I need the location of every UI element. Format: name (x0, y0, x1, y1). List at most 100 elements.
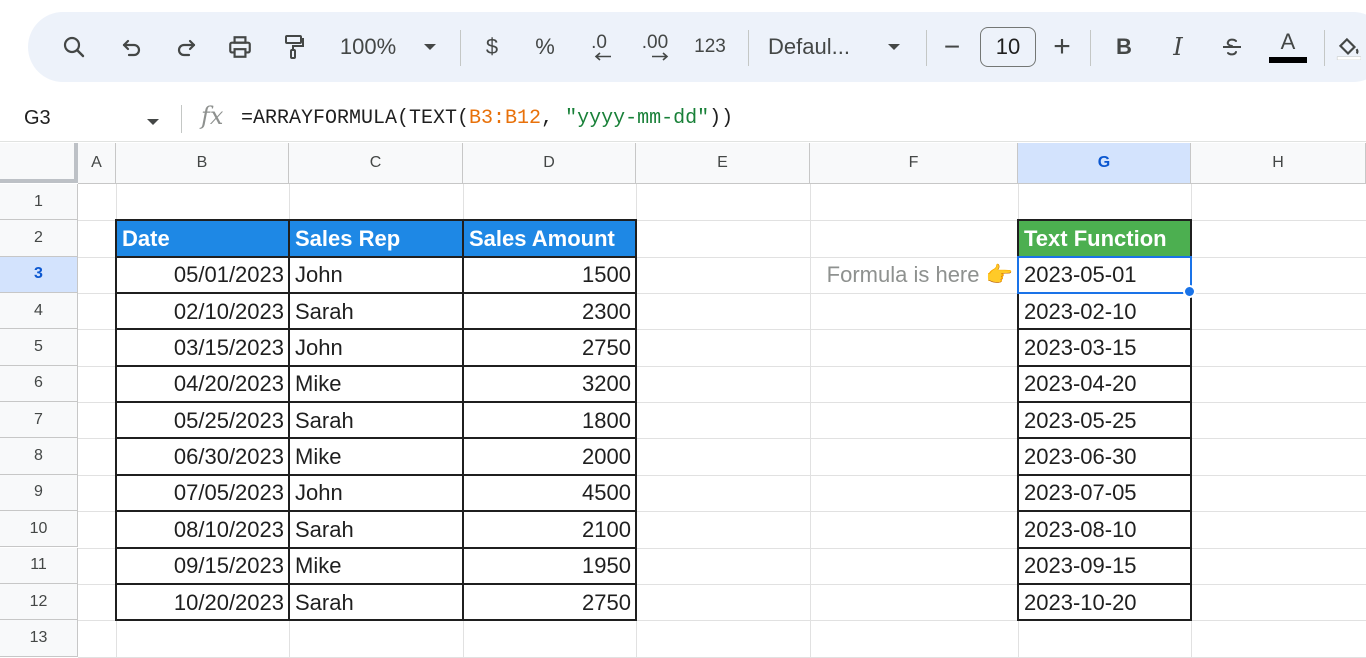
row-header-7[interactable]: 7 (0, 402, 78, 439)
sales-amount-cell[interactable]: 4500 (464, 476, 636, 511)
sales-rep-cell[interactable]: Sarah (290, 294, 463, 329)
column-header-d[interactable]: D (463, 143, 636, 184)
currency-button[interactable]: $ (478, 12, 506, 82)
font-select[interactable]: Defaul... (768, 12, 868, 82)
italic-button[interactable]: I (1164, 12, 1192, 82)
plus-icon: + (1053, 30, 1071, 63)
row-header-5[interactable]: 5 (0, 329, 78, 366)
spreadsheet-grid[interactable]: A B C D E F G H 1 2 3 4 5 6 7 8 9 10 11 12 13 Date Sales Rep Sa… (0, 143, 1366, 658)
sales-rep-cell[interactable]: Mike (290, 439, 463, 474)
sales-amount-cell[interactable]: 2750 (464, 330, 636, 365)
column-header-g[interactable]: G (1018, 143, 1191, 184)
column-header-e[interactable]: E (636, 143, 810, 184)
select-all-corner[interactable] (0, 143, 78, 183)
chevron-down-icon[interactable] (418, 12, 442, 82)
column-header-f[interactable]: F (810, 143, 1018, 184)
date-cell[interactable]: 04/20/2023 (117, 367, 289, 402)
sales-rep-cell[interactable]: Sarah (290, 585, 463, 620)
column-header-b[interactable]: B (116, 143, 289, 184)
increase-font-size-button[interactable]: + (1048, 12, 1076, 82)
sales-amount-cell[interactable]: 2000 (464, 439, 636, 474)
search-icon[interactable] (58, 12, 90, 82)
row-header-8[interactable]: 8 (0, 438, 78, 475)
sales-amount-cell[interactable]: 1950 (464, 549, 636, 584)
decrease-font-size-button[interactable]: − (938, 12, 966, 82)
result-cell[interactable]: 2023-04-20 (1019, 367, 1191, 402)
percent-button[interactable]: % (531, 12, 559, 82)
sales-rep-cell[interactable]: John (290, 476, 463, 511)
fill-handle[interactable] (1183, 285, 1196, 299)
sales-rep-cell[interactable]: Sarah (290, 512, 463, 547)
increase-decimals-button[interactable]: .00 (634, 12, 676, 82)
row-header-12[interactable]: 12 (0, 583, 78, 621)
table-header-cell[interactable]: Date (117, 221, 289, 257)
chevron-down-icon[interactable] (146, 113, 160, 131)
row-header-1[interactable]: 1 (0, 184, 78, 221)
fill-color-icon[interactable] (1332, 12, 1364, 82)
result-header-cell[interactable]: Text Function (1019, 221, 1191, 257)
row-header-2[interactable]: 2 (0, 220, 78, 257)
sales-amount-cell[interactable]: 1500 (464, 258, 636, 293)
increase-decimals-label: .00 (641, 31, 669, 53)
text-color-button[interactable]: A (1266, 12, 1310, 82)
row-header-9[interactable]: 9 (0, 474, 78, 512)
row-header-13[interactable]: 13 (0, 620, 78, 657)
result-cell[interactable]: 2023-07-05 (1019, 476, 1191, 511)
row-header-4[interactable]: 4 (0, 293, 78, 330)
row-header-10[interactable]: 10 (0, 511, 78, 548)
sales-amount-cell[interactable]: 2300 (464, 294, 636, 329)
column-header-h[interactable]: H (1191, 143, 1366, 184)
sales-amount-cell[interactable]: 2100 (464, 512, 636, 547)
result-cell[interactable]: 2023-09-15 (1019, 549, 1191, 584)
formula-input[interactable]: =ARRAYFORMULA(TEXT(B3:B12, "yyyy-mm-dd")… (241, 107, 733, 130)
name-box[interactable]: G3 (24, 107, 51, 130)
sales-rep-cell[interactable]: Sarah (290, 403, 463, 438)
row-header-3[interactable]: 3 (0, 256, 78, 294)
more-formats-button[interactable]: 123 (690, 12, 730, 82)
result-cell[interactable]: 2023-02-10 (1019, 294, 1191, 329)
date-cell[interactable]: 10/20/2023 (117, 585, 289, 620)
column-header-a[interactable]: A (78, 143, 116, 184)
sales-rep-cell[interactable]: John (290, 258, 463, 293)
result-cell[interactable]: 2023-06-30 (1019, 439, 1191, 474)
date-cell[interactable]: 07/05/2023 (117, 476, 289, 511)
result-cell[interactable]: 2023-05-01 (1019, 258, 1191, 293)
date-cell[interactable]: 05/01/2023 (117, 258, 289, 293)
table-header-cell[interactable]: Sales Amount (464, 221, 636, 257)
paint-format-icon[interactable] (278, 12, 310, 82)
formula-note-cell[interactable]: Formula is here 👉 (811, 258, 1018, 293)
result-cell[interactable]: 2023-10-20 (1019, 585, 1191, 620)
table-header-cell[interactable]: Sales Rep (290, 221, 463, 257)
bold-button[interactable]: B (1110, 12, 1138, 82)
date-cell[interactable]: 06/30/2023 (117, 439, 289, 474)
table-border (462, 220, 464, 622)
result-border (1017, 473, 1192, 476)
date-cell[interactable]: 09/15/2023 (117, 549, 289, 584)
date-cell[interactable]: 02/10/2023 (117, 294, 289, 329)
sales-amount-cell[interactable]: 2750 (464, 585, 636, 620)
date-cell[interactable]: 05/25/2023 (117, 403, 289, 438)
row-header-11[interactable]: 11 (0, 547, 78, 584)
chevron-down-icon[interactable] (882, 12, 906, 82)
print-icon[interactable] (224, 12, 256, 82)
sales-rep-cell[interactable]: Mike (290, 367, 463, 402)
result-cell[interactable]: 2023-08-10 (1019, 512, 1191, 547)
decrease-decimals-button[interactable]: .0 (581, 12, 617, 82)
result-cell[interactable]: 2023-03-15 (1019, 330, 1191, 365)
gridline-horizontal (78, 656, 1366, 658)
sales-amount-cell[interactable]: 1800 (464, 403, 636, 438)
redo-icon[interactable] (170, 12, 202, 82)
sales-amount-cell[interactable]: 3200 (464, 367, 636, 402)
date-cell[interactable]: 08/10/2023 (117, 512, 289, 547)
strikethrough-icon[interactable] (1216, 12, 1248, 82)
sales-rep-cell[interactable]: Mike (290, 549, 463, 584)
row-header-6[interactable]: 6 (0, 365, 78, 403)
undo-icon[interactable] (116, 12, 148, 82)
sales-rep-cell[interactable]: John (290, 330, 463, 365)
zoom-select[interactable]: 100% (328, 12, 408, 82)
table-border (115, 292, 637, 295)
date-cell[interactable]: 03/15/2023 (117, 330, 289, 365)
font-size-input[interactable]: 10 (980, 27, 1036, 67)
result-cell[interactable]: 2023-05-25 (1019, 403, 1191, 438)
column-header-c[interactable]: C (289, 143, 463, 184)
